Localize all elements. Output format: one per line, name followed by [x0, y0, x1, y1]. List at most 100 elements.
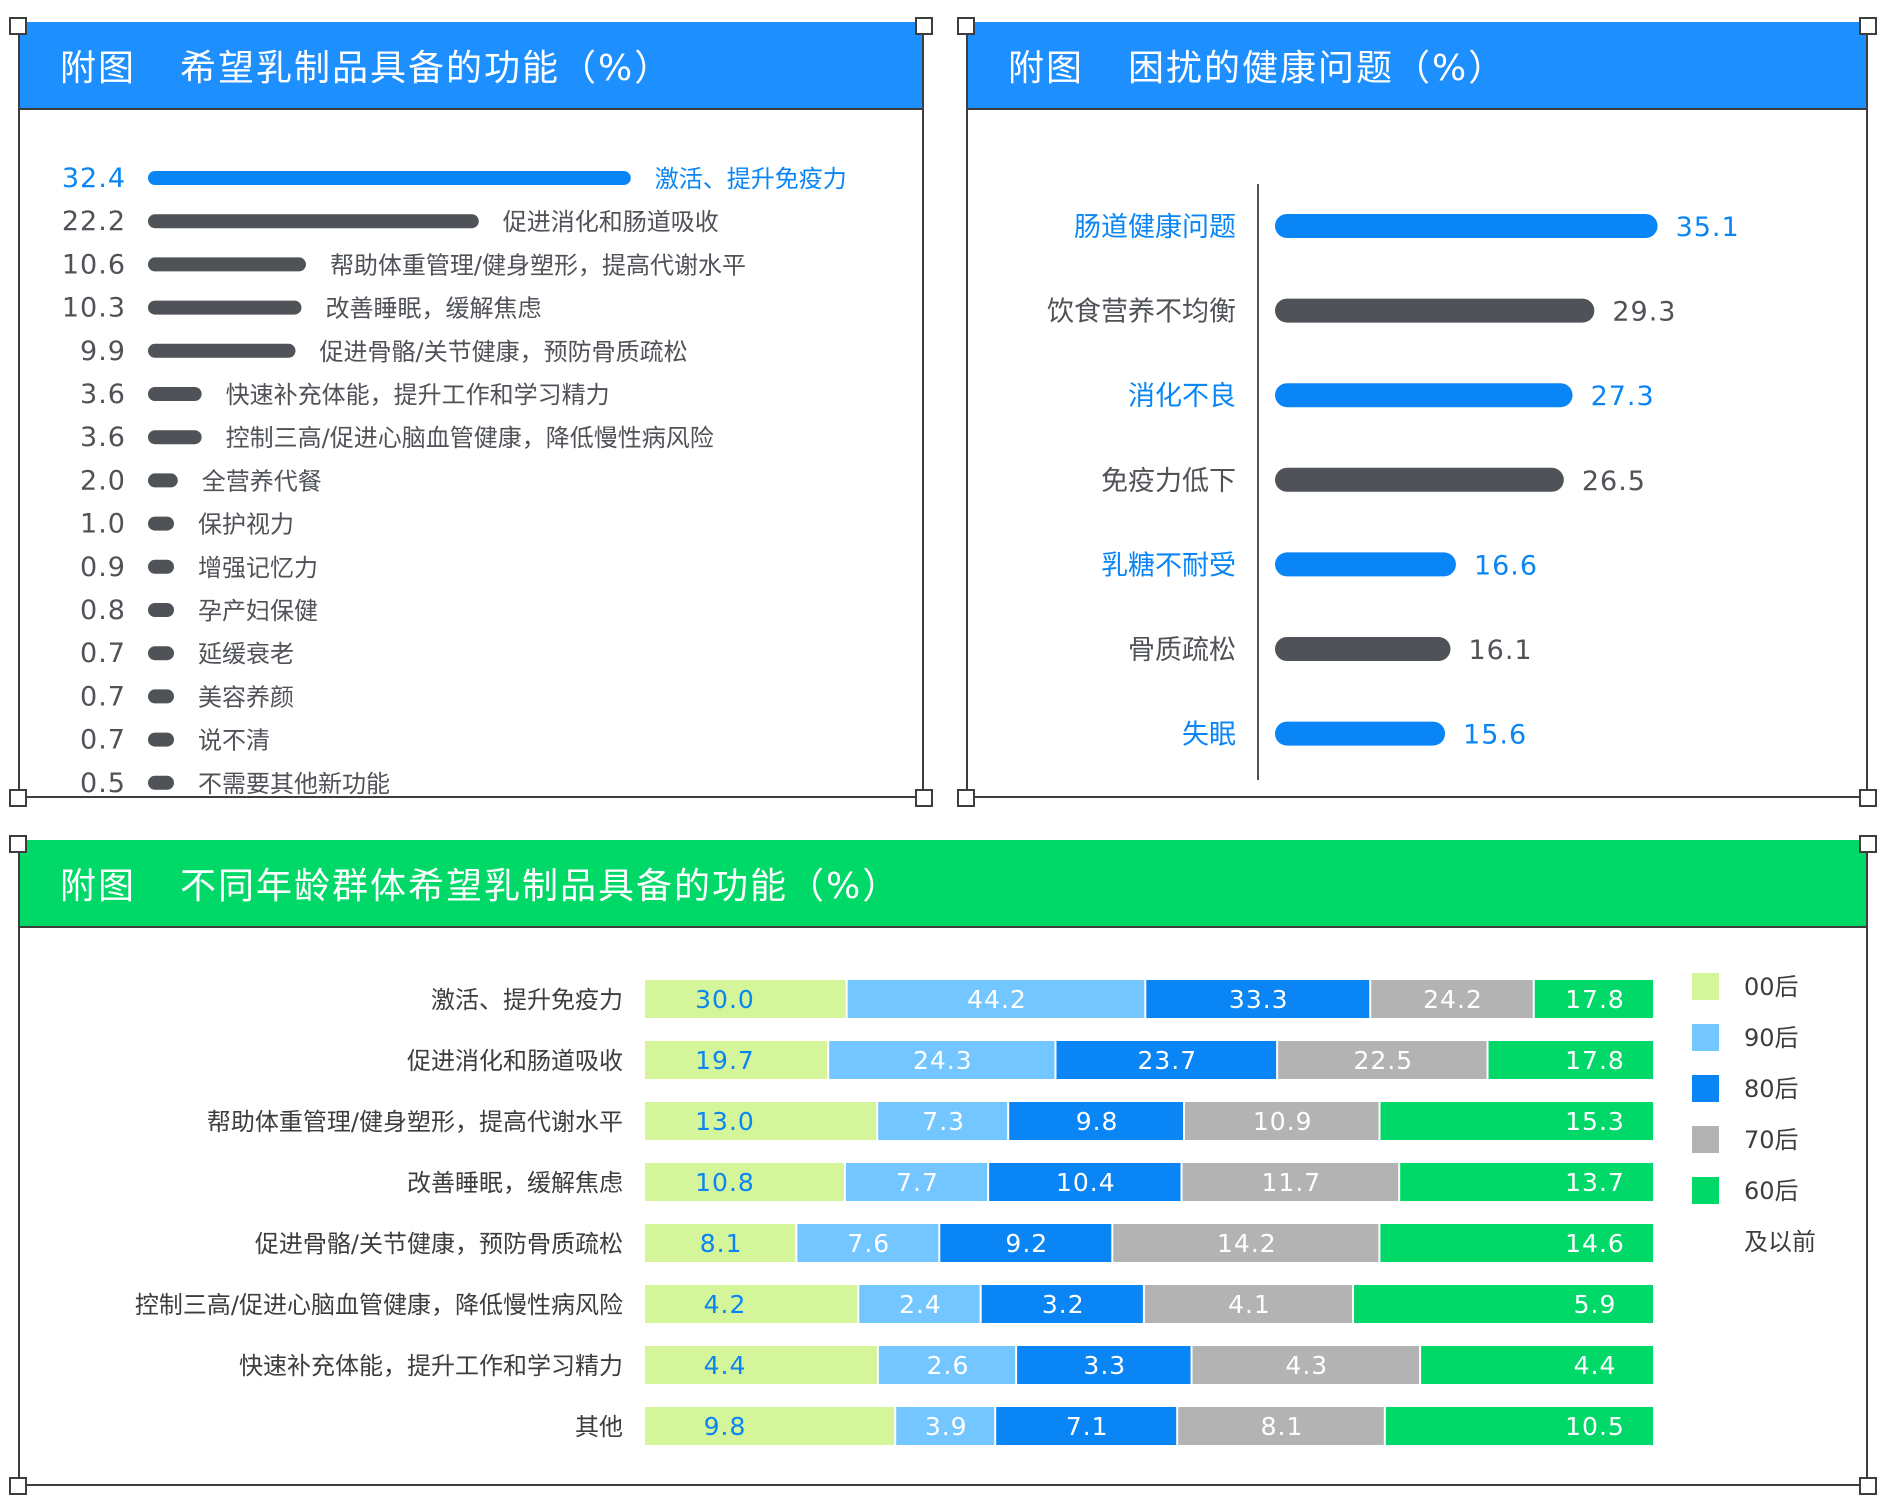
- bar-value-label: 0.8: [80, 595, 126, 626]
- panel-functions: 附图 希望乳制品具备的功能（%） 32.4 激活、提升免疫力 22.2 促进消化和肠道…: [18, 22, 924, 798]
- bar-category-label: 延缓衰老: [198, 640, 294, 668]
- bar-category-label: 促进骨骼/关节健康，预防骨质疏松: [320, 338, 688, 366]
- segment-value-label: 17.8: [1565, 985, 1625, 1014]
- bar: [148, 171, 631, 185]
- segment-value-label: 11.7: [1262, 1168, 1322, 1197]
- segment-value-label: 9.8: [1076, 1107, 1119, 1136]
- bar-value-label: 32.4: [62, 163, 126, 194]
- bar-value-label: 27.3: [1591, 381, 1655, 412]
- bar-value-label: 1.0: [80, 509, 126, 540]
- legend-label: 90后: [1744, 1024, 1799, 1052]
- segment-value-label: 14.6: [1565, 1229, 1625, 1258]
- panel-health-issues: 附图 困扰的健康问题（%） 肠道健康问题 35.1 饮食营养不均衡 29.3 消化不良 2…: [966, 22, 1868, 798]
- segment-value-label: 9.8: [704, 1412, 747, 1441]
- bar: [148, 775, 174, 790]
- bar-value-label: 22.2: [62, 206, 126, 237]
- header-prefix: 附图: [60, 48, 137, 89]
- stack-segment: [645, 1407, 895, 1445]
- segment-value-label: 4.4: [1574, 1351, 1617, 1380]
- legend-swatch: [1692, 1126, 1719, 1153]
- segment-value-label: 10.5: [1565, 1412, 1625, 1441]
- segment-value-label: 7.3: [922, 1107, 965, 1136]
- age-groups-stacked-bar-chart: 激活、提升免疫力 30.0 44.2 33.3 24.2 17.8 促进消化和肠道吸收 19.…: [135, 973, 1816, 1445]
- legend-swatch: [1692, 1075, 1719, 1102]
- bar: [148, 257, 306, 272]
- stack-segment: [1421, 1346, 1653, 1384]
- segment-value-label: 30.0: [695, 985, 755, 1014]
- row-category-label: 控制三高/促进心脑血管健康，降低慢性病风险: [135, 1291, 623, 1319]
- legend-swatch: [1692, 1024, 1719, 1051]
- row-category-label: 帮助体重管理/健身塑形，提高代谢水平: [207, 1108, 623, 1136]
- corner-marker: [9, 789, 27, 807]
- bar-value-label: 0.7: [80, 638, 126, 669]
- bar-value-label: 3.6: [80, 379, 126, 410]
- segment-value-label: 15.3: [1565, 1107, 1625, 1136]
- segment-value-label: 33.3: [1229, 985, 1289, 1014]
- segment-value-label: 4.1: [1228, 1290, 1271, 1319]
- bar-category-label: 促进消化和肠道吸收: [503, 208, 719, 236]
- row-category-label: 快速补充体能，提升工作和学习精力: [239, 1352, 623, 1380]
- bar-value-label: 10.3: [62, 293, 126, 324]
- bar-value-label: 0.7: [80, 725, 126, 756]
- panel-header: 附图 不同年龄群体希望乳制品具备的功能（%）: [20, 840, 1866, 928]
- health-issues-bar-chart: 肠道健康问题 35.1 饮食营养不均衡 29.3 消化不良 27.3 免疫力低下 26.5 乳糖…: [1047, 184, 1740, 780]
- row-category-label: 激活、提升免疫力: [431, 986, 623, 1014]
- row-category-label: 其他: [575, 1413, 623, 1441]
- bar: [148, 603, 174, 617]
- stack-segment: [645, 1102, 877, 1140]
- legend-label: 及以前: [1744, 1228, 1816, 1256]
- bar-category-label: 激活、提升免疫力: [655, 165, 847, 193]
- bar: [1275, 467, 1564, 492]
- corner-marker: [957, 789, 975, 807]
- bar-category-label: 保护视力: [198, 511, 294, 539]
- legend-swatch: [1692, 1177, 1719, 1204]
- bar: [1275, 214, 1658, 238]
- bar-value-label: 26.5: [1582, 466, 1646, 497]
- row-category-label: 改善睡眠，缓解焦虑: [407, 1169, 623, 1197]
- segment-value-label: 14.2: [1217, 1229, 1277, 1258]
- segment-value-label: 10.8: [695, 1168, 755, 1197]
- segment-value-label: 2.6: [927, 1351, 970, 1380]
- row-category-label: 促进骨骼/关节健康，预防骨质疏松: [255, 1230, 623, 1258]
- segment-value-label: 17.8: [1565, 1046, 1625, 1075]
- segment-value-label: 5.9: [1574, 1290, 1617, 1319]
- panel-age-groups: 附图 不同年龄群体希望乳制品具备的功能（%） 激活、提升免疫力 30.0 44.2 3…: [18, 840, 1868, 1486]
- segment-value-label: 13.7: [1565, 1168, 1625, 1197]
- panel-header: 附图 困扰的健康问题（%）: [968, 22, 1866, 110]
- segment-value-label: 10.4: [1056, 1168, 1116, 1197]
- bar-category-label: 肠道健康问题: [1074, 212, 1236, 243]
- segment-value-label: 3.3: [1083, 1351, 1126, 1380]
- bar-category-label: 免疫力低下: [1101, 466, 1236, 497]
- panel-title: 困扰的健康问题（%）: [1128, 48, 1507, 89]
- corner-marker: [9, 835, 27, 853]
- panel-header: 附图 希望乳制品具备的功能（%）: [20, 22, 922, 110]
- bar: [1275, 552, 1456, 577]
- segment-value-label: 7.1: [1066, 1412, 1109, 1441]
- bar: [148, 732, 174, 747]
- segment-value-label: 2.4: [899, 1290, 942, 1319]
- bar-value-label: 2.0: [80, 465, 126, 496]
- corner-marker: [1859, 789, 1877, 807]
- bar-category-label: 说不清: [198, 727, 270, 755]
- bar: [148, 516, 174, 531]
- segment-value-label: 4.3: [1285, 1351, 1328, 1380]
- bar-value-label: 35.1: [1676, 212, 1740, 243]
- header-prefix: 附图: [60, 866, 137, 907]
- bar-category-label: 控制三高/促进心脑血管健康，降低慢性病风险: [226, 424, 714, 452]
- legend-swatch: [1692, 973, 1719, 1000]
- bar-value-label: 16.6: [1474, 550, 1538, 581]
- bar: [148, 300, 302, 315]
- bar: [1275, 383, 1573, 408]
- panel-title: 不同年龄群体希望乳制品具备的功能（%）: [180, 866, 901, 907]
- segment-value-label: 10.9: [1253, 1107, 1313, 1136]
- bar-category-label: 快速补充体能，提升工作和学习精力: [226, 381, 610, 409]
- segment-value-label: 9.2: [1005, 1229, 1048, 1258]
- legend-label: 80后: [1744, 1075, 1799, 1103]
- bar-category-label: 增强记忆力: [198, 554, 318, 582]
- segment-value-label: 24.2: [1423, 985, 1483, 1014]
- bar-category-label: 骨质疏松: [1128, 635, 1236, 666]
- legend-label: 60后: [1744, 1177, 1799, 1205]
- bar: [1275, 637, 1451, 661]
- corner-marker: [915, 17, 933, 35]
- bar-category-label: 孕产妇保健: [198, 597, 318, 625]
